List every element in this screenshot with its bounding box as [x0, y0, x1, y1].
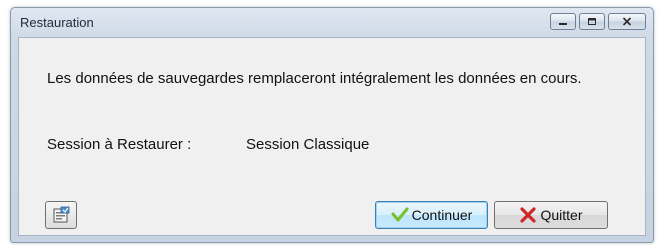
red-x-icon [520, 207, 537, 223]
session-label: Session à Restaurer : [47, 136, 192, 153]
window-controls [550, 13, 646, 30]
title-bar[interactable]: Restauration [11, 8, 653, 38]
warning-message: Les données de sauvegardes remplaceront … [47, 70, 582, 87]
properties-button[interactable] [45, 201, 77, 229]
close-icon [622, 17, 632, 26]
continue-button[interactable]: Continuer [375, 201, 488, 229]
close-button[interactable] [608, 13, 646, 30]
window-title: Restauration [20, 15, 94, 30]
maximize-button[interactable] [579, 13, 605, 30]
quit-button[interactable]: Quitter [494, 201, 608, 229]
minimize-button[interactable] [550, 13, 576, 30]
properties-icon [53, 206, 70, 223]
quit-label: Quitter [540, 207, 583, 223]
session-value: Session Classique [246, 136, 370, 153]
dialog-content: Les données de sauvegardes remplaceront … [18, 37, 646, 236]
maximize-icon [588, 18, 596, 25]
continue-label: Continuer [411, 207, 473, 223]
minimize-icon [559, 22, 567, 25]
checkmark-icon [391, 207, 409, 222]
restore-dialog: Restauration Les données de sauvegardes [10, 7, 654, 243]
